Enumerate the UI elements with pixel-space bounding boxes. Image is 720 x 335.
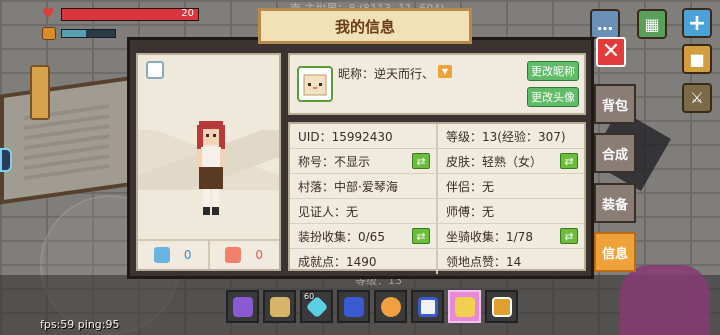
village: 村落：中部·爱琴海: [290, 174, 436, 198]
mount-collection-text: 坐骑收集：1/78: [446, 229, 533, 244]
sad-face-icon: [225, 247, 242, 263]
achievement-points: 成就点：1490: [290, 249, 436, 274]
chat-icon[interactable]: …: [590, 9, 620, 39]
plus-icon[interactable]: +: [682, 8, 712, 38]
swap-icon[interactable]: ⇄: [412, 228, 430, 244]
left-edge-button[interactable]: [0, 148, 12, 172]
level: 等级：13(经验：307): [436, 124, 584, 148]
avatar[interactable]: [297, 66, 333, 102]
uid-text: UID：15992430: [298, 129, 393, 144]
swap-icon[interactable]: ⇄: [560, 153, 578, 169]
info-row: 村落：中部·爱琴海 伴侣：无: [290, 174, 584, 199]
beer-icon: [491, 296, 512, 317]
territory-likes: 领地点赞：14: [436, 249, 584, 274]
nickname: 昵称：逆天而行、: [338, 67, 435, 81]
scroll-icon: [269, 296, 290, 317]
hunger-bar: [61, 29, 116, 38]
tab-equipment[interactable]: 装备: [594, 183, 636, 223]
stat-like: 0: [138, 241, 208, 269]
witness: 见证人：无: [290, 199, 436, 223]
village-text: 村落：中部·爱琴海: [298, 179, 398, 194]
profile-header: 昵称：逆天而行、 ▼ 更改昵称 更改头像: [288, 53, 586, 115]
character-stage: [138, 55, 279, 243]
tab-backpack[interactable]: 背包: [594, 84, 636, 124]
swap-icon[interactable]: ⇄: [560, 228, 578, 244]
uid: UID：15992430: [290, 124, 436, 148]
stat-dislike: 0: [207, 241, 280, 269]
health-value: 20: [181, 8, 194, 19]
hotbar-slot-selected[interactable]: [448, 290, 481, 323]
info-row: 成就点：1490 领地点赞：14: [290, 249, 584, 274]
tab-info[interactable]: 信息: [594, 232, 636, 272]
health-bar: 20: [61, 8, 199, 21]
heart-icon: ♥: [42, 6, 55, 22]
swap-icon[interactable]: ⇄: [412, 153, 430, 169]
outfit-collection-text: 装扮收集：0/65: [298, 229, 385, 244]
panel-title: 我的信息: [258, 8, 472, 44]
shop-icon[interactable]: ▦: [637, 9, 667, 39]
info-row: UID：15992430 等级：13(经验：307): [290, 124, 584, 149]
character-model[interactable]: [193, 121, 229, 231]
blocks-icon[interactable]: ■: [682, 44, 712, 74]
social-stats: 0 0: [138, 239, 279, 269]
change-avatar-button[interactable]: 更改头像: [527, 87, 579, 107]
info-row: 称号：不显示 ⇄ 皮肤：轻熟（女） ⇄: [290, 149, 584, 174]
info-grid: UID：15992430 等级：13(经验：307) 称号：不显示 ⇄ 皮肤：轻…: [288, 122, 586, 274]
side-drawer-tab[interactable]: [30, 65, 50, 120]
character-preview: 0 0: [136, 53, 281, 271]
face-icon: [153, 247, 170, 263]
hotbar-slot[interactable]: [337, 290, 370, 323]
purple-crystal-icon: [232, 296, 253, 317]
food-icon: [42, 27, 56, 40]
hotbar: 60: [226, 290, 518, 323]
skin: 皮肤：轻熟（女） ⇄: [436, 149, 584, 173]
gem-icon: [380, 296, 401, 317]
close-button[interactable]: ✕: [596, 37, 626, 67]
stat-dislike-value: 0: [255, 248, 264, 262]
witness-text: 见证人：无: [298, 204, 359, 219]
change-nickname-button[interactable]: 更改昵称: [527, 61, 579, 81]
partner-text: 伴侣：无: [446, 179, 495, 194]
cake-icon: [417, 296, 438, 317]
master: 师傅：无: [436, 199, 584, 223]
territory-likes-text: 领地点赞：14: [446, 255, 522, 269]
hunger-bar-fill: [62, 30, 86, 37]
wardrobe-icon[interactable]: [146, 61, 164, 79]
hotbar-slot[interactable]: [411, 290, 444, 323]
fps-ping-readout: fps:59 ping:95: [40, 318, 120, 331]
tab-crafting[interactable]: 合成: [594, 133, 636, 173]
stat-like-value: 0: [183, 248, 192, 262]
skin-text: 皮肤：轻熟（女）: [446, 154, 543, 169]
player-title-text: 称号：不显示: [298, 154, 371, 169]
health-bar-fill: [62, 9, 198, 20]
level-text: 等级：13(经验：307): [446, 129, 566, 144]
pink-gem-icon: [454, 296, 475, 317]
hotbar-slot[interactable]: [374, 290, 407, 323]
mount-collection: 坐骑收集：1/78 ⇄: [436, 224, 584, 248]
hotbar-slot[interactable]: [226, 290, 259, 323]
master-text: 师傅：无: [446, 204, 495, 219]
cat-face-icon: [303, 74, 327, 96]
hotbar-slot[interactable]: [485, 290, 518, 323]
info-row: 装扮收集：0/65 ⇄ 坐骑收集：1/78 ⇄: [290, 224, 584, 249]
book-icon: [343, 296, 364, 317]
hotbar-slot[interactable]: 60: [300, 290, 333, 323]
achievement-points-text: 成就点：1490: [298, 255, 377, 269]
crossed-swords-icon[interactable]: ⚔: [682, 83, 712, 113]
chevron-down-icon[interactable]: ▼: [438, 65, 452, 78]
player-title: 称号：不显示 ⇄: [290, 149, 436, 173]
hotbar-slot[interactable]: [263, 290, 296, 323]
partner: 伴侣：无: [436, 174, 584, 198]
outfit-collection: 装扮收集：0/65 ⇄: [290, 224, 436, 248]
info-row: 见证人：无 师傅：无: [290, 199, 584, 224]
